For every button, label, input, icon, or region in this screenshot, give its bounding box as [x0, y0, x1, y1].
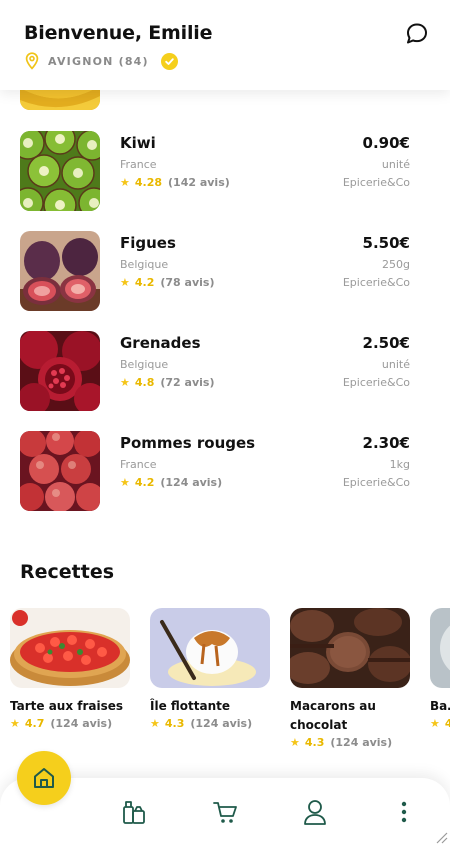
product-rating: ★ 4.28 (142 avis): [120, 176, 230, 189]
star-icon: ★: [430, 717, 440, 730]
rating-value: 4.7: [24, 717, 45, 730]
recipes-section-title: Recettes: [20, 561, 115, 583]
rating-value: 4.3: [164, 717, 185, 730]
product-price: 5.50€: [362, 234, 410, 252]
product-origin: France: [120, 458, 157, 471]
rating-value: 4.2: [134, 276, 155, 289]
kiwi-image: [20, 131, 100, 211]
resize-grip-icon[interactable]: [434, 830, 448, 844]
welcome-title: Bienvenue, Emilie: [24, 22, 213, 44]
product-rating: ★ 4.2 (78 avis): [120, 276, 214, 289]
product-name: Pommes rouges: [120, 434, 256, 452]
product-unit: 1kg: [389, 458, 410, 471]
product-shop: Epicerie&Co: [342, 476, 410, 489]
recipe-card[interactable]: Ba… ★ 4: [430, 608, 450, 730]
star-icon: ★: [120, 476, 130, 489]
recipe-title: Macarons au chocolat: [290, 699, 376, 732]
pomegranate-image: [20, 331, 100, 411]
recipe-rating: ★ 4.3 (124 avis): [150, 717, 272, 730]
home-icon: [34, 768, 54, 788]
shop-icon[interactable]: [121, 798, 147, 826]
strawberry-tart-image: [10, 608, 130, 688]
location-label: AVIGNON (84): [48, 54, 149, 68]
apples-image: [20, 431, 100, 511]
recipe-card[interactable]: Île flottante ★ 4.3 (124 avis): [150, 608, 272, 730]
star-icon: ★: [290, 736, 300, 749]
star-icon: ★: [120, 276, 130, 289]
product-name: Figues: [120, 234, 176, 252]
product-origin: Belgique: [120, 358, 169, 371]
recipe-card[interactable]: Tarte aux fraises ★ 4.7 (124 avis): [10, 608, 132, 730]
star-icon: ★: [10, 717, 20, 730]
list-item[interactable]: Kiwi France ★ 4.28 (142 avis) 0.90€ unit…: [0, 131, 450, 211]
product-price: 2.50€: [362, 334, 410, 352]
review-count: (124 avis): [190, 717, 253, 730]
product-price: 0.90€: [362, 134, 410, 152]
product-rating: ★ 4.8 (72 avis): [120, 376, 214, 389]
figs-image: [20, 231, 100, 311]
home-button[interactable]: [17, 751, 71, 805]
product-origin: Belgique: [120, 258, 169, 271]
product-unit: unité: [381, 158, 410, 171]
app-header: Bienvenue, Emilie AVIGNON (84): [0, 0, 450, 90]
recipe-rating: ★ 4.7 (124 avis): [10, 717, 132, 730]
profile-icon[interactable]: [302, 798, 328, 826]
product-price: 2.30€: [362, 434, 410, 452]
product-name: Kiwi: [120, 134, 156, 152]
recipe-rating: ★ 4: [430, 717, 450, 730]
review-count: (78 avis): [160, 276, 215, 289]
list-item[interactable]: Pommes rouges France ★ 4.2 (124 avis) 2.…: [0, 431, 450, 511]
location-selector[interactable]: AVIGNON (84): [24, 52, 178, 70]
product-shop: Epicerie&Co: [342, 376, 410, 389]
star-icon: ★: [120, 376, 130, 389]
check-circle-icon: [160, 52, 178, 70]
list-item[interactable]: Figues Belgique ★ 4.2 (78 avis) 5.50€ 25…: [0, 231, 450, 311]
review-count: (72 avis): [160, 376, 215, 389]
recipe-card[interactable]: Macarons au chocolat ★ 4.3 (124 avis): [290, 608, 412, 749]
recipe-rating: ★ 4.3 (124 avis): [290, 736, 412, 749]
star-icon: ★: [120, 176, 130, 189]
product-shop: Epicerie&Co: [342, 176, 410, 189]
rating-value: 4.2: [134, 476, 155, 489]
recipe-image: [430, 608, 450, 688]
review-count: (124 avis): [160, 476, 223, 489]
product-unit: 250g: [382, 258, 410, 271]
recipe-title: Île flottante: [150, 699, 231, 713]
recipe-title: Tarte aux fraises: [10, 699, 124, 713]
cart-icon[interactable]: [212, 798, 238, 826]
review-count: (124 avis): [50, 717, 113, 730]
product-unit: unité: [381, 358, 410, 371]
star-icon: ★: [150, 717, 160, 730]
chat-bubble-icon[interactable]: [404, 21, 430, 47]
more-vertical-icon[interactable]: [391, 798, 417, 826]
rating-value: 4: [444, 717, 450, 730]
list-item[interactable]: Grenades Belgique ★ 4.8 (72 avis) 2.50€ …: [0, 331, 450, 411]
review-count: (142 avis): [168, 176, 230, 189]
rating-value: 4.8: [134, 376, 155, 389]
rating-value: 4.3: [304, 736, 325, 749]
ile-flottante-image: [150, 608, 270, 688]
chocolate-macarons-image: [290, 608, 410, 688]
product-shop: Epicerie&Co: [342, 276, 410, 289]
product-name: Grenades: [120, 334, 201, 352]
product-origin: France: [120, 158, 157, 171]
map-pin-icon: [25, 52, 39, 70]
product-rating: ★ 4.2 (124 avis): [120, 476, 222, 489]
rating-value: 4.28: [134, 176, 163, 189]
recipe-title: Ba…: [430, 699, 450, 713]
review-count: (124 avis): [330, 736, 393, 749]
